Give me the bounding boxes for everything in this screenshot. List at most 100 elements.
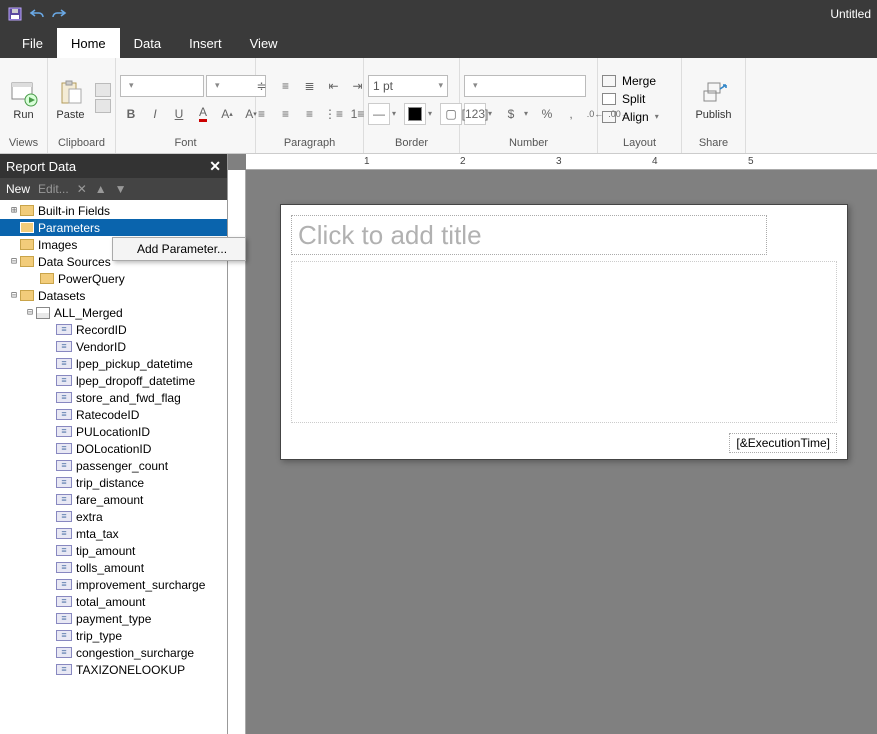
cut-icon[interactable] (95, 83, 111, 97)
font-name-combo[interactable] (120, 75, 204, 97)
publish-button[interactable]: Publish (691, 75, 737, 121)
tree-field-item[interactable]: PULocationID (0, 423, 227, 440)
tree-field-item[interactable]: fare_amount (0, 491, 227, 508)
field-label: total_amount (76, 595, 145, 609)
run-button[interactable]: Run (4, 75, 43, 121)
ribbon: Run Views Paste Clipboard (0, 58, 877, 154)
border-style-button[interactable]: — (368, 103, 390, 125)
collapse-icon[interactable]: ⊟ (8, 256, 20, 267)
align-middle-icon[interactable]: ≡ (275, 75, 297, 97)
field-label: TAXIZONELOOKUP (76, 663, 185, 677)
expand-icon[interactable] (8, 239, 20, 250)
tree-field-item[interactable]: RatecodeID (0, 406, 227, 423)
placeholder-button[interactable]: [123] (464, 103, 486, 125)
border-weight-combo[interactable]: 1 pt (368, 75, 448, 97)
tree-field-item[interactable]: VendorID (0, 338, 227, 355)
border-color-button[interactable] (404, 103, 426, 125)
tree-field-item[interactable]: improvement_surcharge (0, 576, 227, 593)
group-label-paragraph: Paragraph (260, 135, 359, 151)
field-icon (56, 375, 72, 386)
tree-node-datasets[interactable]: ⊟Datasets (0, 287, 227, 304)
align-button[interactable]: Align▾ (602, 110, 665, 124)
font-color-button[interactable]: A (192, 103, 214, 125)
field-label: RatecodeID (76, 408, 139, 422)
tree-field-item[interactable]: TAXIZONELOOKUP (0, 661, 227, 678)
group-label-clipboard: Clipboard (52, 135, 111, 151)
tree-field-item[interactable]: extra (0, 508, 227, 525)
tree-field-item[interactable]: store_and_fwd_flag (0, 389, 227, 406)
move-down-icon[interactable]: ▼ (115, 182, 127, 196)
tree-field-item[interactable]: total_amount (0, 593, 227, 610)
merge-button[interactable]: Merge (602, 74, 656, 88)
menu-item-add-parameter[interactable]: Add Parameter... (113, 238, 245, 260)
group-label-views: Views (4, 135, 43, 151)
italic-button[interactable]: I (144, 103, 166, 125)
field-icon (56, 443, 72, 454)
save-icon[interactable] (6, 5, 24, 23)
panel-close-icon[interactable]: ✕ (209, 158, 221, 175)
execution-time-textbox[interactable]: [&ExecutionTime] (729, 433, 837, 453)
undo-icon[interactable] (28, 5, 46, 23)
tab-data[interactable]: Data (120, 28, 175, 58)
tree-field-item[interactable]: payment_type (0, 610, 227, 627)
expand-icon[interactable]: ⊞ (8, 205, 20, 216)
expand-icon[interactable] (8, 222, 20, 233)
percent-button[interactable]: % (536, 103, 558, 125)
collapse-icon[interactable]: ⊟ (24, 307, 36, 318)
field-label: PULocationID (76, 425, 150, 439)
tree-field-item[interactable]: lpep_pickup_datetime (0, 355, 227, 372)
field-label: tip_amount (76, 544, 135, 558)
tree-node-all-merged[interactable]: ⊟ALL_Merged (0, 304, 227, 321)
tab-insert[interactable]: Insert (175, 28, 236, 58)
field-icon (56, 358, 72, 369)
field-icon (56, 341, 72, 352)
paste-label: Paste (56, 109, 84, 121)
currency-button[interactable]: $ (500, 103, 522, 125)
delete-icon[interactable]: ✕ (77, 182, 87, 196)
group-layout: Merge Split Align▾ Layout (598, 58, 682, 153)
panel-new-button[interactable]: New (6, 182, 30, 196)
tree-field-item[interactable]: trip_type (0, 627, 227, 644)
tree-field-item[interactable]: RecordID (0, 321, 227, 338)
align-bottom-icon[interactable]: ≣ (299, 75, 321, 97)
redo-icon[interactable] (50, 5, 68, 23)
align-left-icon[interactable]: ≡ (251, 103, 273, 125)
canvas-background[interactable]: Click to add title [&ExecutionTime] (246, 170, 877, 734)
thousand-sep-button[interactable]: , (560, 103, 582, 125)
move-up-icon[interactable]: ▲ (95, 182, 107, 196)
grow-font-icon[interactable]: A▴ (216, 103, 238, 125)
panel-edit-button[interactable]: Edit... (38, 182, 69, 196)
align-center-icon[interactable]: ≡ (275, 103, 297, 125)
underline-button[interactable]: U (168, 103, 190, 125)
title-placeholder[interactable]: Click to add title (291, 215, 767, 255)
tree-field-item[interactable]: tip_amount (0, 542, 227, 559)
tree-field-item[interactable]: passenger_count (0, 457, 227, 474)
align-right-icon[interactable]: ≡ (299, 103, 321, 125)
folder-icon (20, 256, 34, 267)
number-format-combo[interactable] (464, 75, 586, 97)
tree-node-builtin-fields[interactable]: ⊞Built-in Fields (0, 202, 227, 219)
report-page[interactable]: Click to add title [&ExecutionTime] (280, 204, 848, 460)
paste-button[interactable]: Paste (52, 75, 89, 121)
tree-node-parameters[interactable]: Parameters (0, 219, 227, 236)
tab-view[interactable]: View (236, 28, 292, 58)
split-button[interactable]: Split (602, 92, 645, 106)
tree-field-item[interactable]: trip_distance (0, 474, 227, 491)
tree-field-item[interactable]: mta_tax (0, 525, 227, 542)
border-sides-button[interactable]: ▢ (440, 103, 462, 125)
align-top-icon[interactable]: ≑ (251, 75, 273, 97)
collapse-icon[interactable]: ⊟ (8, 290, 20, 301)
bullets-icon[interactable]: ⋮≡ (323, 103, 345, 125)
bold-button[interactable]: B (120, 103, 142, 125)
tree-field-item[interactable]: lpep_dropoff_datetime (0, 372, 227, 389)
tab-file[interactable]: File (8, 28, 57, 58)
indent-dec-icon[interactable]: ⇤ (323, 75, 345, 97)
tab-home[interactable]: Home (57, 28, 120, 58)
report-body[interactable] (291, 261, 837, 423)
tree-field-item[interactable]: congestion_surcharge (0, 644, 227, 661)
tree-node-powerquery[interactable]: PowerQuery (0, 270, 227, 287)
field-icon (56, 528, 72, 539)
copy-icon[interactable] (95, 99, 111, 113)
tree-field-item[interactable]: DOLocationID (0, 440, 227, 457)
tree-field-item[interactable]: tolls_amount (0, 559, 227, 576)
